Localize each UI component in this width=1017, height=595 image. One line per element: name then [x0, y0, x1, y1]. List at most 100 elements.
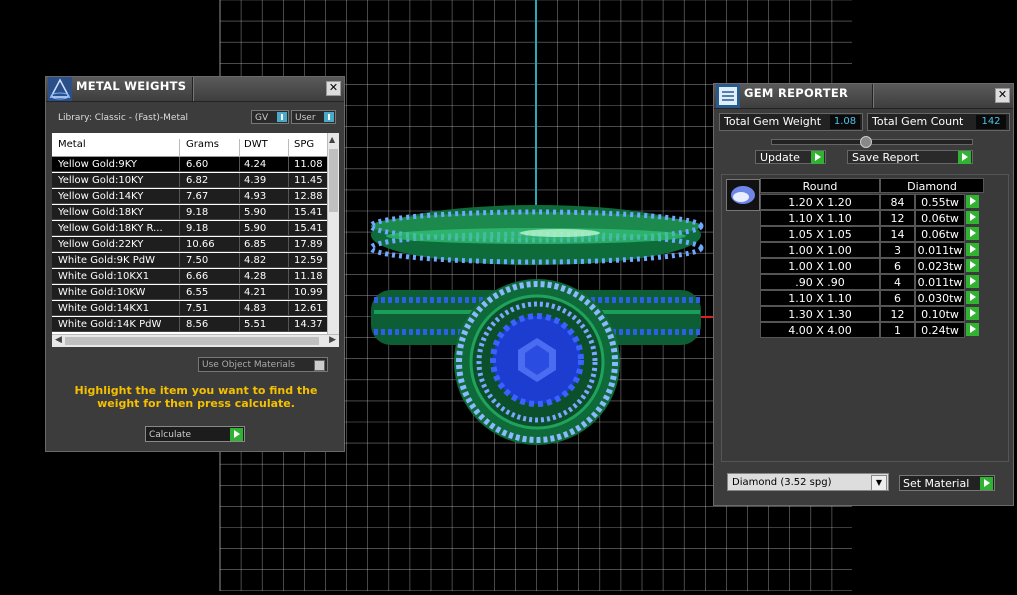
cell-size: .90 X .90: [760, 274, 880, 290]
cell-metal: White Gold:14K PdW: [58, 319, 162, 330]
play-arrow-icon[interactable]: [958, 151, 971, 164]
gem-list[interactable]: Round Diamond 1.20 X 1.20 84 0.55tw 1.10 X …: [721, 174, 1009, 462]
cell-grams: 9.18: [186, 223, 209, 234]
metal-weights-titlebar[interactable]: METAL WEIGHTS ✕: [46, 77, 344, 102]
calculate-button[interactable]: Calculate: [145, 426, 245, 442]
use-object-materials-checkbox[interactable]: Use Object Materials: [198, 357, 328, 372]
table-row[interactable]: Yellow Gold:14KY 7.67 4.93 12.88: [52, 189, 328, 204]
column-header-grams[interactable]: Grams: [186, 139, 219, 150]
play-arrow-icon[interactable]: [966, 227, 979, 240]
scroll-up-icon[interactable]: ▲: [329, 135, 335, 144]
cell-grams: 6.66: [186, 271, 209, 282]
cell-tw: 0.24tw: [915, 322, 965, 338]
checkbox-icon[interactable]: [314, 360, 325, 371]
table-row[interactable]: Yellow Gold:18KY 9.18 5.90 15.41: [52, 205, 328, 220]
cell-size: 1.00 X 1.00: [760, 258, 880, 274]
cell-dwt: 5.90: [244, 223, 267, 234]
scroll-left-icon[interactable]: ◀: [55, 335, 62, 345]
panel-title: GEM REPORTER: [744, 86, 849, 100]
slider-knob[interactable]: [860, 136, 872, 148]
cell-size: 1.20 X 1.20: [760, 194, 880, 210]
cell-metal: White Gold:14KX1: [58, 303, 150, 314]
cell-spg: 11.08: [294, 159, 323, 170]
table-row[interactable]: Yellow Gold:18KY R... 9.18 5.90 15.41: [52, 221, 328, 236]
vertical-scrollbar[interactable]: ▲: [327, 133, 339, 335]
column-header-spg[interactable]: SPG: [294, 139, 314, 150]
scroll-thumb-horizontal[interactable]: [65, 337, 319, 345]
cell-grams: 7.51: [186, 303, 209, 314]
cell-count: 84: [880, 194, 915, 210]
cell-count: 14: [880, 226, 915, 242]
update-button[interactable]: Update: [755, 150, 826, 164]
metal-weights-table[interactable]: Metal Grams DWT SPG Yellow Gold:9KY 6.60 4…: [52, 133, 339, 347]
scroll-thumb[interactable]: [329, 149, 338, 212]
total-gem-weight: Total Gem Weight 1.08: [719, 113, 863, 131]
table-row[interactable]: Yellow Gold:10KY 6.82 4.39 11.45: [52, 173, 328, 188]
cell-metal: Yellow Gold:10KY: [58, 175, 144, 186]
column-header-metal[interactable]: Metal: [58, 139, 86, 150]
chevron-down-icon[interactable]: ▼: [871, 475, 887, 491]
horizontal-scrollbar[interactable]: ◀ ▶: [52, 334, 339, 347]
column-header-round: Round: [760, 178, 880, 193]
play-arrow-icon[interactable]: [966, 307, 979, 320]
gem-shape-icon: [726, 179, 760, 211]
cell-count: 1: [880, 322, 915, 338]
cell-tw: 0.030tw: [915, 290, 965, 306]
user-toggle[interactable]: User: [291, 110, 336, 124]
play-arrow-icon[interactable]: [811, 151, 824, 164]
cell-size: 1.30 X 1.30: [760, 306, 880, 322]
cell-size: 1.10 X 1.10: [760, 290, 880, 306]
scroll-right-icon[interactable]: ▶: [329, 335, 336, 345]
cell-count: 3: [880, 242, 915, 258]
gem-reporter-titlebar[interactable]: GEM REPORTER ✕: [714, 84, 1013, 109]
table-row[interactable]: White Gold:10KX1 6.66 4.28 11.18: [52, 269, 328, 284]
close-icon[interactable]: ✕: [995, 88, 1010, 103]
cell-count: 12: [880, 210, 915, 226]
play-arrow-icon[interactable]: [230, 428, 243, 441]
play-arrow-icon[interactable]: [966, 243, 979, 256]
cell-spg: 17.89: [294, 239, 323, 250]
cell-tw: 0.011tw: [915, 242, 965, 258]
instruction-text: Highlight the item you want to find the …: [74, 384, 318, 410]
gem-slider[interactable]: [771, 136, 973, 148]
table-row[interactable]: White Gold:14K PdW 8.56 5.51 14.37: [52, 317, 328, 332]
cell-metal: White Gold:9K PdW: [58, 255, 155, 266]
play-arrow-icon[interactable]: [966, 211, 979, 224]
cell-metal: White Gold:10KW: [58, 287, 146, 298]
cell-metal: White Gold:10KX1: [58, 271, 150, 282]
gv-toggle[interactable]: GV: [251, 110, 289, 124]
material-select[interactable]: Diamond (3.52 spg) ▼: [727, 473, 889, 491]
cell-dwt: 5.51: [244, 319, 267, 330]
total-gem-count: Total Gem Count 142: [867, 113, 1010, 131]
cell-count: 6: [880, 290, 915, 306]
cell-tw: 0.06tw: [915, 210, 965, 226]
table-row[interactable]: White Gold:9K PdW 7.50 4.82 12.59: [52, 253, 328, 268]
cell-grams: 6.55: [186, 287, 209, 298]
close-icon[interactable]: ✕: [326, 81, 341, 96]
cell-tw: 0.55tw: [915, 194, 965, 210]
play-arrow-icon[interactable]: [980, 477, 993, 490]
play-arrow-icon[interactable]: [966, 323, 979, 336]
cell-size: 4.00 X 4.00: [760, 322, 880, 338]
ring-model[interactable]: [368, 205, 704, 445]
table-row[interactable]: Yellow Gold:9KY 6.60 4.24 11.08: [52, 157, 328, 172]
play-arrow-icon[interactable]: [966, 291, 979, 304]
cell-tw: 0.023tw: [915, 258, 965, 274]
cell-spg: 12.59: [294, 255, 323, 266]
save-report-button[interactable]: Save Report: [847, 150, 973, 164]
table-row[interactable]: White Gold:14KX1 7.51 4.83 12.61: [52, 301, 328, 316]
play-arrow-icon[interactable]: [966, 275, 979, 288]
play-arrow-icon[interactable]: [966, 195, 979, 208]
cell-metal: Yellow Gold:18KY: [58, 207, 144, 218]
library-label: Library: Classic - (Fast)-Metal: [58, 113, 189, 123]
cell-dwt: 4.24: [244, 159, 267, 170]
cell-spg: 10.99: [294, 287, 323, 298]
table-row[interactable]: White Gold:10KW 6.55 4.21 10.99: [52, 285, 328, 300]
play-arrow-icon[interactable]: [966, 259, 979, 272]
set-material-button[interactable]: Set Material: [899, 475, 995, 491]
metal-weights-panel: METAL WEIGHTS ✕ Library: Classic - (Fast…: [45, 76, 345, 452]
cell-grams: 6.60: [186, 159, 209, 170]
column-header-dwt[interactable]: DWT: [244, 139, 268, 150]
table-row[interactable]: Yellow Gold:22KY 10.66 6.85 17.89: [52, 237, 328, 252]
cell-dwt: 4.83: [244, 303, 267, 314]
